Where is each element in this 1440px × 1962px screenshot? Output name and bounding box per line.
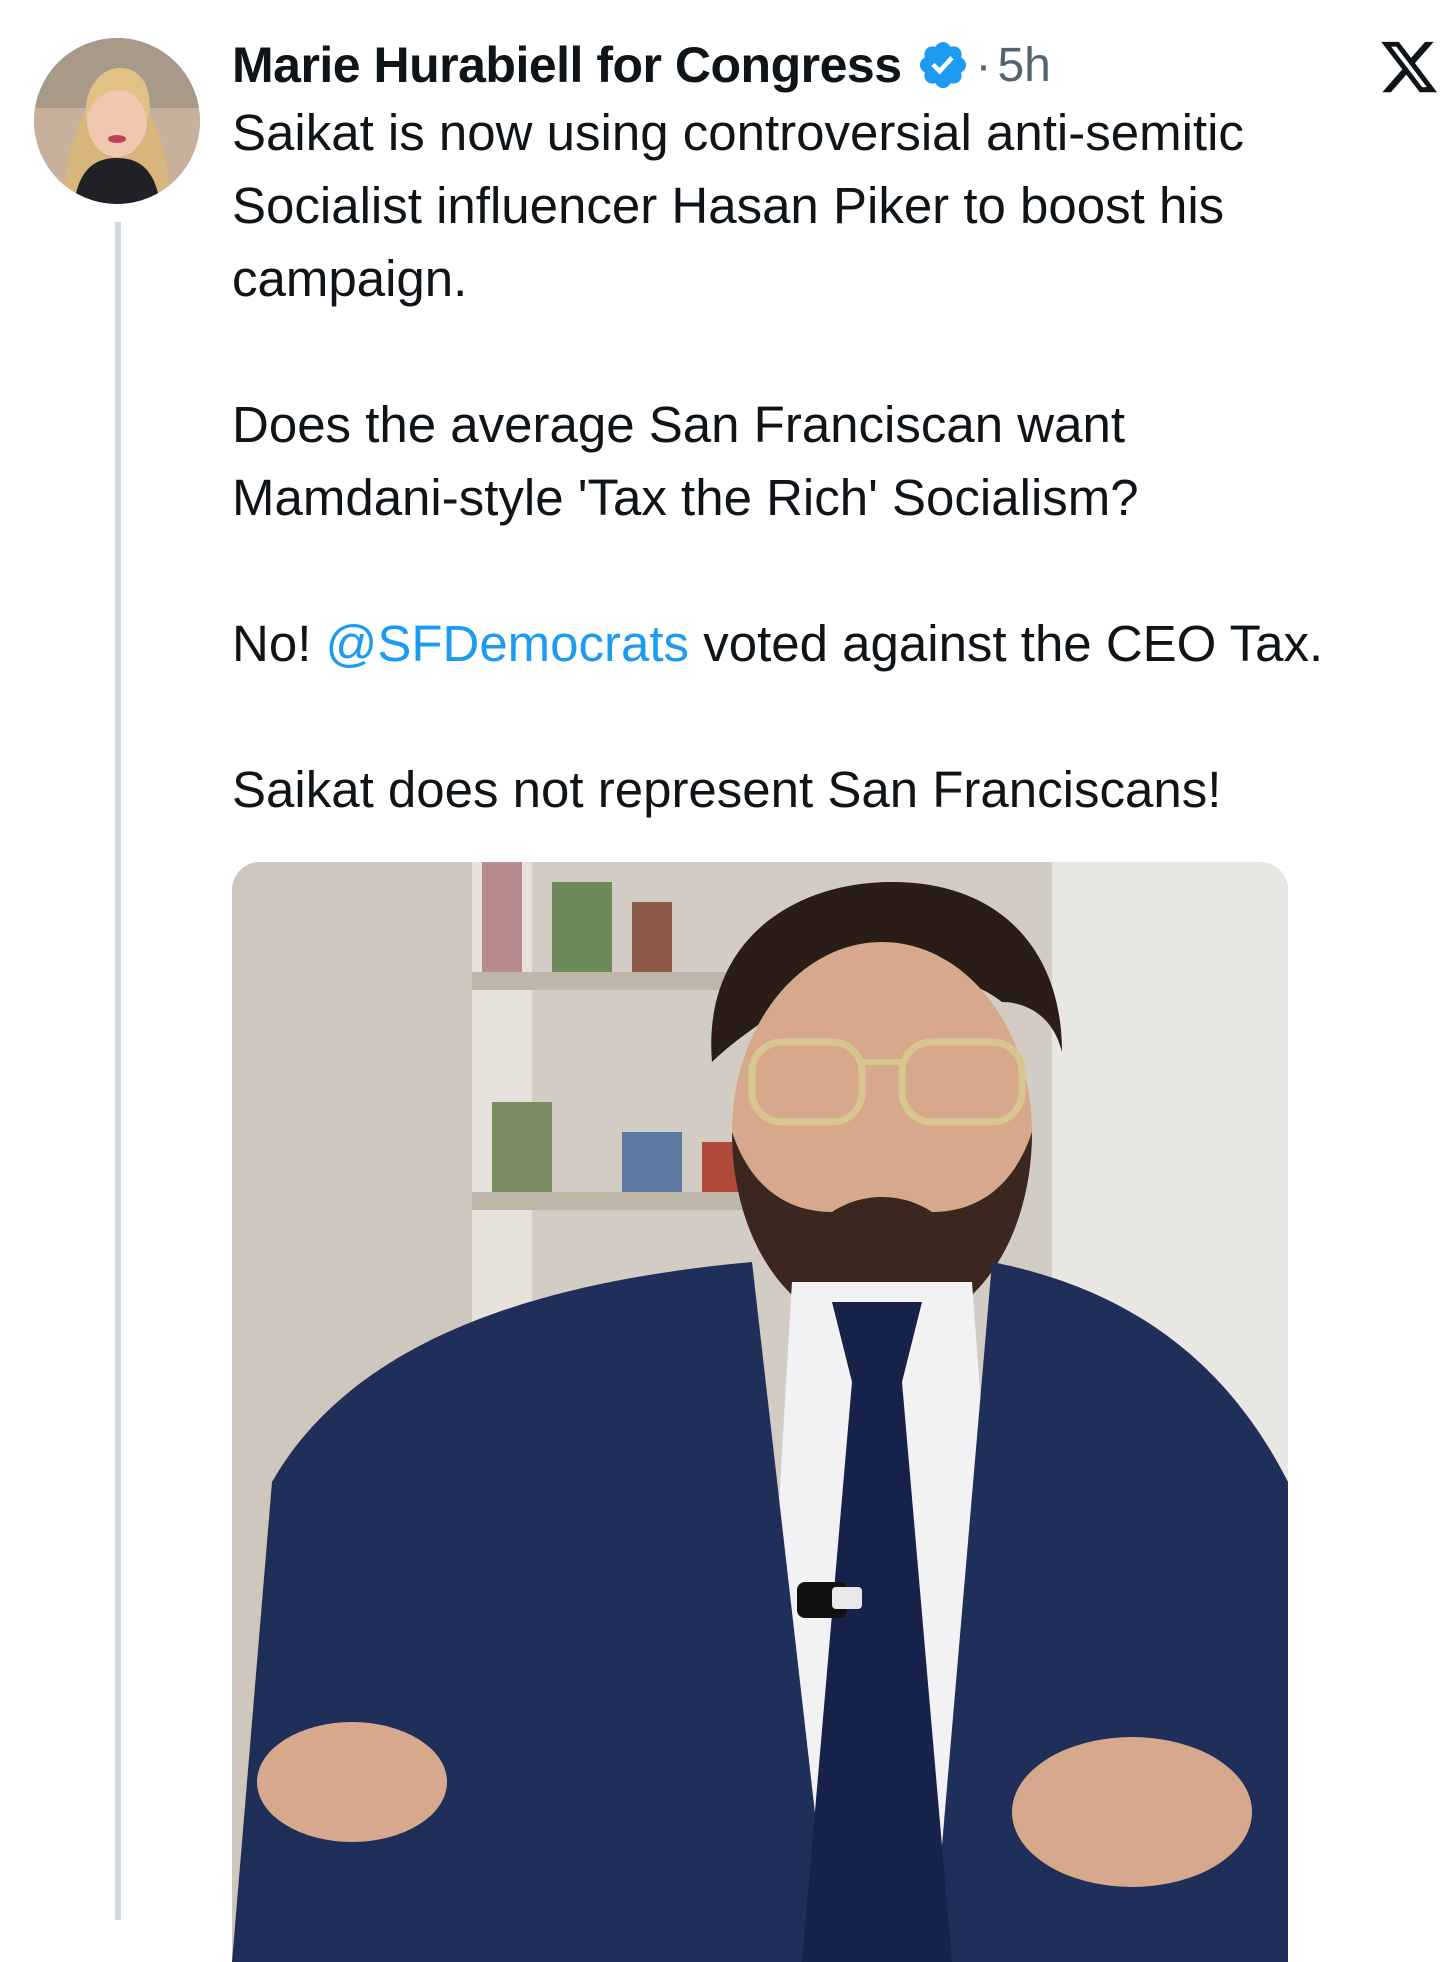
tweet-header: Marie Hurabiell for Congress · 5h <box>232 28 1051 102</box>
tweet-card[interactable]: Marie Hurabiell for Congress · 5h Saikat… <box>0 0 1440 1962</box>
author-avatar[interactable] <box>34 38 200 204</box>
text-line: Saikat does not represent San Franciscan… <box>232 761 1222 818</box>
header-separator: · <box>975 38 992 92</box>
tweet-paragraph: Saikat does not represent San Franciscan… <box>232 753 1440 826</box>
verified-badge-icon <box>916 38 970 92</box>
thread-line <box>115 222 121 1920</box>
tweet-media[interactable] <box>232 862 1288 1962</box>
author-name[interactable]: Marie Hurabiell for Congress <box>232 36 902 94</box>
text-line: Does the average San Franciscan want <box>232 396 1125 453</box>
text-line: Saikat is now using controversial anti-s… <box>232 104 1244 161</box>
avatar-photo <box>34 38 200 204</box>
mention-link[interactable]: @SFDemocrats <box>326 615 690 672</box>
text-line: campaign. <box>232 250 468 307</box>
text-line: Mamdani-style 'Tax the Rich' Socialism? <box>232 469 1139 526</box>
tweet-paragraph: Saikat is now using controversial anti-s… <box>232 96 1440 315</box>
x-logo-icon[interactable] <box>1378 36 1440 98</box>
text-suffix: voted against the CEO Tax. <box>689 615 1324 672</box>
tweet-paragraph: Does the average San Franciscan want Mam… <box>232 388 1440 534</box>
text-line: Socialist influencer Hasan Piker to boos… <box>232 177 1225 234</box>
video-thumbnail <box>232 862 1288 1962</box>
tweet-text: Saikat is now using controversial anti-s… <box>232 96 1440 826</box>
text-prefix: No! <box>232 615 326 672</box>
tweet-paragraph: No! @SFDemocrats voted against the CEO T… <box>232 607 1440 680</box>
tweet-timestamp[interactable]: 5h <box>997 38 1050 93</box>
